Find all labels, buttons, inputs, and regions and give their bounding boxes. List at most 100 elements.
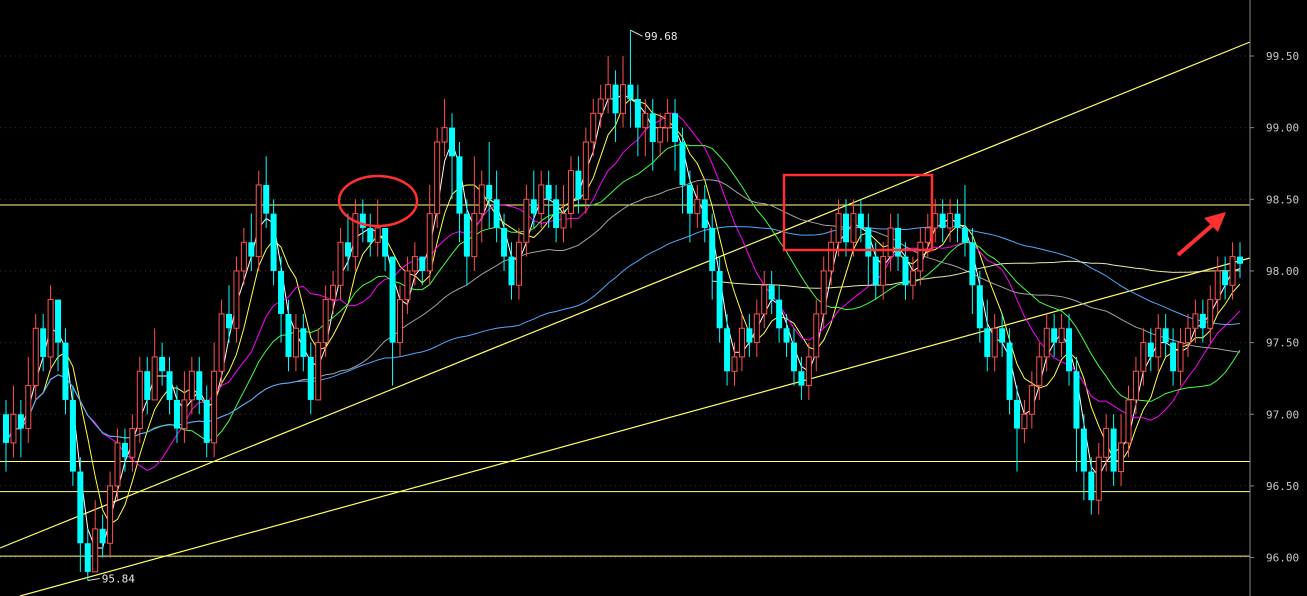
candle-body	[634, 98, 641, 128]
candle-body	[144, 371, 151, 400]
price-axis: 99.50 99.00 98.50 98.00 97.50 97.00 96.50 96.00	[1249, 0, 1299, 596]
red-arrow-shaft	[1176, 220, 1218, 257]
candle-body	[590, 112, 597, 143]
axis-tick-label: 99.50	[1266, 50, 1299, 63]
candle-body	[1066, 328, 1073, 372]
candle-body	[1036, 356, 1043, 387]
candle-body	[173, 399, 180, 429]
horizontal-levels	[0, 55, 1250, 559]
candle-body	[77, 471, 84, 544]
candle-body	[419, 256, 426, 271]
candle-body	[694, 198, 701, 215]
candle-body	[746, 328, 753, 343]
candle-body	[374, 227, 381, 243]
candle-body	[40, 328, 47, 357]
candle-body	[456, 156, 463, 214]
candle-body	[724, 328, 731, 372]
candle-body	[1110, 428, 1117, 472]
candle-body	[523, 198, 530, 243]
candle-body	[1125, 399, 1132, 444]
candle-body	[828, 241, 835, 272]
candle-body	[820, 270, 827, 315]
ma-long-line	[712, 260, 1241, 289]
candle-body	[857, 213, 864, 228]
candle-body	[463, 213, 470, 257]
candle-body	[1006, 342, 1013, 400]
candle-body	[620, 84, 626, 114]
high-pointer	[630, 29, 643, 37]
candle-body	[872, 256, 879, 286]
candle-body	[649, 113, 656, 142]
candle-body	[657, 127, 664, 143]
candle-body	[32, 327, 39, 387]
candle-body	[738, 327, 745, 358]
candle-body	[99, 528, 106, 544]
candle-body	[404, 270, 411, 301]
candle-body	[263, 184, 270, 214]
candle-body	[924, 227, 931, 243]
candles	[3, 30, 1243, 581]
candle-body	[560, 213, 567, 229]
candle-body	[136, 370, 143, 430]
candle-body	[887, 227, 894, 258]
candle-body	[129, 428, 136, 458]
candle-body	[1080, 428, 1087, 472]
candle-body	[55, 299, 62, 343]
candle-body	[389, 256, 396, 343]
candle-body	[954, 213, 961, 228]
candle-body	[255, 184, 262, 258]
candle-body	[1051, 328, 1058, 343]
candle-body	[382, 227, 389, 257]
candle-body	[233, 270, 240, 329]
upper-trendline	[0, 41, 1251, 549]
candle-body	[486, 184, 493, 200]
candle-body	[1222, 270, 1229, 286]
candle-body	[434, 141, 441, 215]
candle-body	[575, 170, 582, 200]
candle-body	[1199, 313, 1206, 329]
candle-body	[567, 170, 574, 215]
candle-body	[1155, 327, 1162, 358]
candle-body	[709, 227, 716, 271]
candle-body	[188, 370, 195, 401]
candlestick-chart: 99.50 99.00 98.50 98.00 97.50 97.00 96.50 96.00…	[0, 0, 1299, 596]
candle-body	[701, 199, 708, 228]
candle-body	[292, 327, 299, 358]
candle-body	[776, 299, 783, 329]
candle-body	[508, 256, 515, 286]
candle-body	[1021, 413, 1028, 430]
candle-body	[1028, 385, 1035, 415]
axis-tick-label: 98.50	[1266, 193, 1299, 206]
candle-body	[270, 213, 277, 271]
candle-body	[501, 227, 508, 257]
candle-body	[367, 227, 374, 243]
candle-body	[159, 356, 166, 372]
candle-body	[25, 385, 32, 430]
candle-body	[300, 328, 307, 357]
candle-body	[203, 399, 210, 443]
candle-body	[538, 184, 545, 215]
candle-body	[330, 284, 337, 301]
candle-body	[337, 241, 344, 286]
candle-body	[278, 270, 285, 314]
candle-body	[1237, 256, 1243, 264]
candle-body	[240, 241, 247, 272]
candle-body	[672, 113, 679, 142]
candle-body	[530, 199, 537, 214]
candle-body	[344, 242, 351, 257]
candle-body	[642, 112, 649, 129]
ma-white-line	[5, 93, 1241, 549]
candle-body	[3, 414, 9, 443]
candle-body	[932, 213, 939, 229]
candle-body	[17, 414, 24, 429]
candle-body	[768, 285, 775, 300]
trendlines	[0, 41, 1251, 596]
candle-body	[1207, 299, 1214, 329]
candle-body	[1147, 342, 1154, 357]
candle-body	[196, 371, 203, 400]
candle-body	[84, 543, 91, 572]
candle-body	[582, 141, 589, 200]
candle-body	[1140, 342, 1147, 372]
red-rectangle-annotation	[782, 173, 934, 252]
candle-body	[686, 184, 693, 214]
